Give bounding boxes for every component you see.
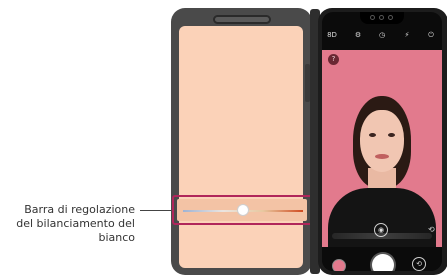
camera-top-bar: 8D ⚙ ◷ ⚡ ⏻ bbox=[322, 31, 442, 43]
left-display bbox=[179, 26, 303, 268]
settings-icon[interactable]: ⚙ bbox=[351, 31, 365, 39]
earpiece bbox=[213, 15, 271, 24]
notch bbox=[360, 12, 404, 24]
white-balance-slider-knob[interactable] bbox=[237, 204, 249, 216]
subject-lips bbox=[375, 154, 389, 159]
subject-face bbox=[360, 110, 404, 172]
camera-preview[interactable]: ? ◉ ⟲ bbox=[322, 50, 442, 247]
timer-icon[interactable]: ◷ bbox=[375, 31, 389, 39]
white-balance-bar[interactable] bbox=[177, 199, 307, 221]
front-camera-icon bbox=[379, 15, 384, 20]
front-camera-icon bbox=[370, 15, 375, 20]
gallery-thumbnail[interactable] bbox=[332, 259, 346, 271]
power-icon[interactable]: ⏻ bbox=[424, 31, 438, 40]
shutter-button[interactable] bbox=[372, 254, 394, 271]
help-icon[interactable]: ? bbox=[328, 54, 339, 65]
white-balance-callout-label: Barra di regolazione del bilanciamento d… bbox=[2, 203, 135, 245]
dual-screen-left bbox=[171, 8, 312, 275]
sensor-icon bbox=[388, 15, 393, 20]
camera-screen: 8D ⚙ ◷ ⚡ ⏻ ? ◉ ⟲ ⟲ bbox=[322, 12, 442, 271]
subject-eye bbox=[369, 133, 376, 137]
callout-line-1: Barra di regolazione bbox=[24, 203, 135, 216]
mode-selector-strip[interactable] bbox=[332, 233, 432, 239]
callout-line-3: bianco bbox=[98, 231, 135, 244]
callout-line-2: del bilanciamento del bbox=[16, 217, 135, 230]
flash-icon[interactable]: ⚡ bbox=[400, 31, 414, 39]
callout-leader-line bbox=[140, 210, 172, 211]
hdr-icon[interactable]: 8D bbox=[325, 31, 339, 39]
subject-eye bbox=[388, 133, 395, 137]
switch-camera-icon[interactable]: ⟲ bbox=[412, 257, 426, 271]
phone-main: 8D ⚙ ◷ ⚡ ⏻ ? ◉ ⟲ ⟲ bbox=[318, 8, 447, 275]
